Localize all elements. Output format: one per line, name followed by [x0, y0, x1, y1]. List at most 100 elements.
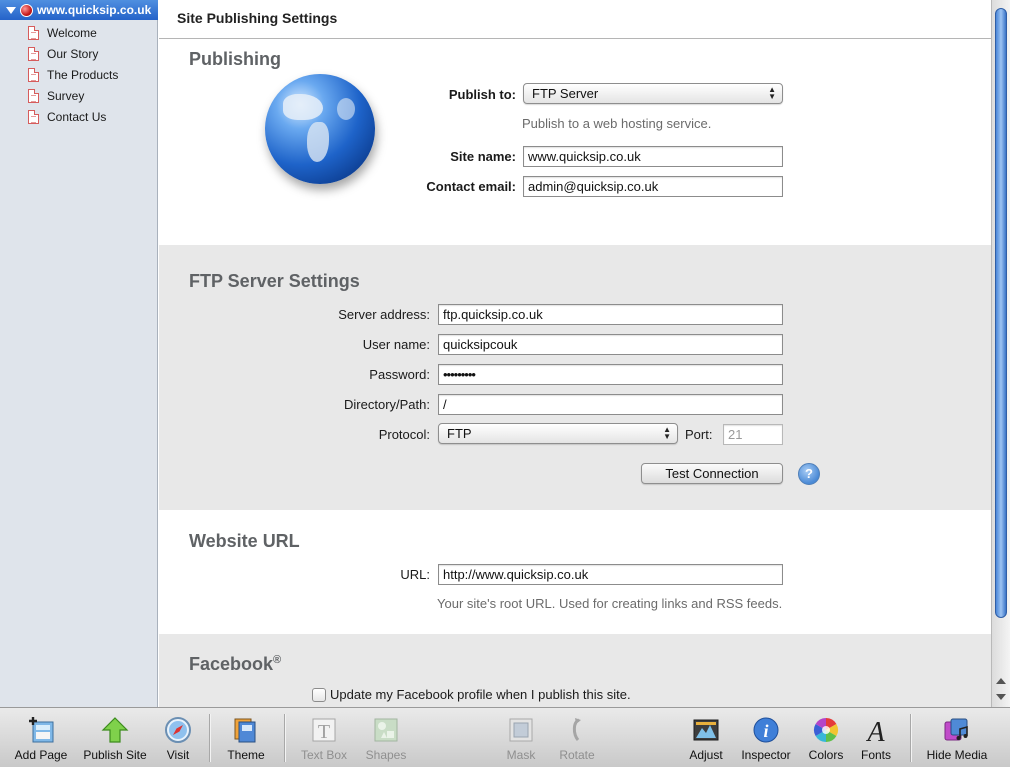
text-box-button[interactable]: T Text Box: [296, 708, 352, 768]
sidebar-item-contact-us[interactable]: Contact Us: [28, 106, 118, 127]
sidebar: www.quicksip.co.uk Welcome Our Story The…: [0, 0, 158, 707]
vertical-scrollbar[interactable]: [991, 0, 1010, 707]
fonts-button[interactable]: A Fonts: [858, 708, 894, 768]
add-page-button[interactable]: Add Page: [14, 708, 68, 768]
password-label: Password:: [369, 367, 430, 382]
help-icon[interactable]: ?: [798, 463, 820, 485]
contact-email-field[interactable]: admin@quicksip.co.uk: [523, 176, 783, 197]
ftp-section: FTP Server Settings Server address: ftp.…: [159, 245, 991, 510]
hide-media-button[interactable]: Hide Media: [922, 708, 992, 768]
info-icon: i: [753, 717, 779, 743]
shapes-button[interactable]: Shapes: [362, 708, 410, 768]
settings-panel: Site Publishing Settings Publishing Publ…: [159, 0, 991, 707]
visit-button[interactable]: Visit: [158, 708, 198, 768]
adjust-icon: [693, 719, 719, 741]
publishing-title: Publishing: [189, 49, 281, 69]
ftp-title: FTP Server Settings: [189, 271, 360, 291]
text-box-label: Text Box: [300, 748, 348, 762]
inspector-label: Inspector: [741, 748, 791, 762]
publish-site-label: Publish Site: [83, 748, 147, 762]
port-label: Port:: [685, 427, 713, 442]
facebook-section: Facebook® Update my Facebook profile whe…: [159, 634, 991, 707]
port-field: 21: [723, 424, 783, 445]
scrollbar-thumb[interactable]: [995, 8, 1007, 618]
site-globe-icon: [20, 3, 33, 17]
publishing-section: Publishing Publish to: FTP Server ▲ ▼ Pub…: [159, 40, 991, 245]
server-address-label: Server address:: [338, 307, 430, 322]
site-name: www.quicksip.co.uk: [37, 3, 152, 17]
registered-mark: ®: [273, 654, 282, 666]
sidebar-item-label: The Products: [47, 67, 119, 82]
page-list: Welcome Our Story The Products Survey Co…: [28, 22, 118, 127]
site-name-field[interactable]: www.quicksip.co.uk: [523, 146, 783, 167]
sidebar-item-survey[interactable]: Survey: [28, 85, 118, 106]
publish-to-label: Publish to:: [448, 87, 516, 102]
publish-to-value: FTP Server: [532, 86, 599, 101]
bottom-toolbar: Add Page Publish Site Visit Theme T Text…: [0, 707, 1010, 767]
mask-label: Mask: [506, 748, 536, 762]
mask-icon: [509, 718, 533, 742]
protocol-label: Protocol:: [378, 427, 430, 442]
publish-to-select[interactable]: FTP Server ▲ ▼: [523, 83, 783, 104]
svg-text:A: A: [865, 717, 885, 744]
page-icon: [28, 88, 39, 103]
panel-header: Site Publishing Settings: [159, 0, 991, 39]
inspector-button[interactable]: i Inspector: [738, 708, 794, 768]
theme-icon: [234, 718, 256, 743]
protocol-value: FTP: [447, 426, 472, 441]
add-page-label: Add Page: [14, 748, 68, 762]
sidebar-site-row[interactable]: www.quicksip.co.uk: [0, 0, 158, 20]
mask-button[interactable]: Mask: [502, 708, 540, 768]
scroll-down-arrow-icon[interactable]: [996, 694, 1006, 700]
user-name-label: User name:: [362, 337, 430, 352]
colors-button[interactable]: Colors: [806, 708, 846, 768]
url-field[interactable]: http://www.quicksip.co.uk: [438, 564, 783, 585]
adjust-button[interactable]: Adjust: [686, 708, 726, 768]
hide-media-label: Hide Media: [926, 748, 988, 762]
page-icon: [28, 46, 39, 61]
publish-up-arrow-icon: [101, 717, 129, 743]
scroll-up-arrow-icon[interactable]: [996, 678, 1006, 684]
fonts-icon: A: [865, 717, 885, 744]
facebook-update-checkbox[interactable]: [312, 688, 326, 702]
directory-path-field[interactable]: /: [438, 394, 783, 415]
visit-label: Visit: [166, 748, 190, 762]
rotate-label: Rotate: [559, 748, 595, 762]
globe-icon: [265, 74, 375, 184]
page-icon: [28, 67, 39, 82]
toolbar-separator: [209, 714, 210, 762]
color-wheel-icon: [813, 718, 839, 742]
text-box-icon: T: [312, 718, 336, 743]
popup-arrows-icon: ▲ ▼: [768, 85, 776, 101]
theme-label: Theme: [227, 748, 265, 762]
contact-email-label: Contact email:: [426, 179, 516, 194]
url-hint: Your site's root URL. Used for creating …: [437, 596, 783, 611]
password-field[interactable]: •••••••••: [438, 364, 783, 385]
toolbar-separator: [284, 714, 285, 762]
url-label: URL:: [400, 567, 430, 582]
rotate-icon: [572, 718, 581, 741]
site-name-label: Site name:: [450, 149, 516, 164]
publish-site-button[interactable]: Publish Site: [82, 708, 148, 768]
protocol-select[interactable]: FTP ▲ ▼: [438, 423, 678, 444]
test-connection-button[interactable]: Test Connection: [641, 463, 783, 484]
add-page-icon: [29, 717, 54, 743]
sidebar-item-our-story[interactable]: Our Story: [28, 43, 118, 64]
media-icon: [944, 718, 968, 741]
shapes-icon: [374, 718, 398, 742]
page-icon: [28, 109, 39, 124]
rotate-button[interactable]: Rotate: [556, 708, 598, 768]
sidebar-item-label: Contact Us: [47, 109, 107, 124]
svg-text:T: T: [318, 721, 330, 743]
theme-button[interactable]: Theme: [222, 708, 270, 768]
sidebar-item-label: Our Story: [47, 46, 99, 61]
adjust-label: Adjust: [689, 748, 723, 762]
facebook-update-label: Update my Facebook profile when I publis…: [330, 687, 631, 702]
sidebar-item-the-products[interactable]: The Products: [28, 64, 118, 85]
server-address-field[interactable]: ftp.quicksip.co.uk: [438, 304, 783, 325]
sidebar-item-label: Welcome: [47, 25, 97, 40]
sidebar-item-welcome[interactable]: Welcome: [28, 22, 118, 43]
toolbar-separator: [910, 714, 911, 762]
disclosure-triangle-icon[interactable]: [6, 6, 16, 14]
user-name-field[interactable]: quicksipcouk: [438, 334, 783, 355]
